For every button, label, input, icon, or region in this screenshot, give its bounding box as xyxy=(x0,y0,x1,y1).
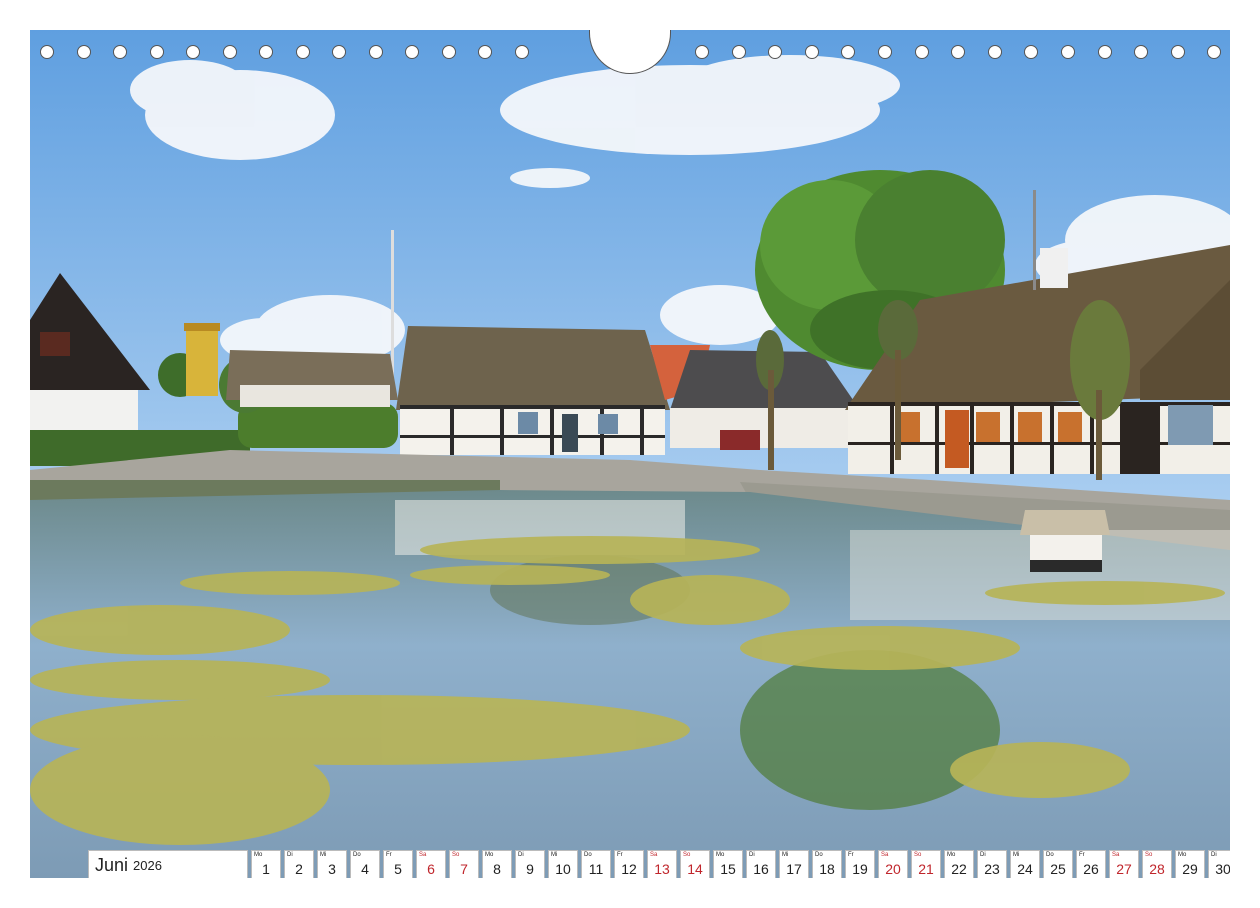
day-cell: Fr 12 xyxy=(614,850,644,878)
weekday-label: Sa xyxy=(881,852,889,858)
day-cell: Mo 29 xyxy=(1175,850,1205,878)
weekday-label: Mo xyxy=(947,852,956,858)
weekday-label: Sa xyxy=(419,852,427,858)
day-number: 3 xyxy=(328,861,336,877)
day-cell: Fr 26 xyxy=(1076,850,1106,878)
weekday-label: Di xyxy=(518,852,524,858)
month-name: Juni xyxy=(95,854,129,875)
day-number: 6 xyxy=(427,861,435,877)
day-number: 10 xyxy=(555,861,571,877)
day-cell: So 28 xyxy=(1142,850,1172,878)
day-number: 11 xyxy=(588,861,604,877)
day-cell: Sa 6 xyxy=(416,850,446,878)
day-number: 14 xyxy=(687,861,703,877)
day-number: 22 xyxy=(951,861,967,877)
day-cell: Do 4 xyxy=(350,850,380,878)
day-cell: Mo 22 xyxy=(944,850,974,878)
weekday-label: Di xyxy=(287,852,293,858)
weekday-label: So xyxy=(1145,852,1153,858)
day-number: 8 xyxy=(493,861,501,877)
day-number: 28 xyxy=(1149,861,1165,877)
weekday-label: Di xyxy=(749,852,755,858)
day-cell: So 21 xyxy=(911,850,941,878)
day-cell: Do 18 xyxy=(812,850,842,878)
day-number: 1 xyxy=(262,861,270,877)
weekday-label: So xyxy=(452,852,460,858)
day-cell: Di 16 xyxy=(746,850,776,878)
day-number: 18 xyxy=(819,861,835,877)
day-cell: Mo 15 xyxy=(713,850,743,878)
day-number: 19 xyxy=(852,861,868,877)
day-cell: Do 11 xyxy=(581,850,611,878)
day-number: 20 xyxy=(885,861,901,877)
day-number: 5 xyxy=(394,861,402,877)
day-cell: Di 9 xyxy=(515,850,545,878)
weekday-label: So xyxy=(683,852,691,858)
weekday-label: Fr xyxy=(1079,852,1085,858)
weekday-label: Do xyxy=(815,852,823,858)
year-label: 2026 xyxy=(133,857,162,873)
day-cell: Fr 5 xyxy=(383,850,413,878)
day-cell: Fr 19 xyxy=(845,850,875,878)
day-cell: Sa 13 xyxy=(647,850,677,878)
weekday-label: Mo xyxy=(254,852,263,858)
day-cell: So 7 xyxy=(449,850,479,878)
weekday-label: Mi xyxy=(320,852,327,858)
day-cell: Mo 8 xyxy=(482,850,512,878)
weekday-label: Sa xyxy=(650,852,658,858)
day-number: 16 xyxy=(753,861,769,877)
weekday-label: Do xyxy=(1046,852,1054,858)
weekday-label: Mo xyxy=(716,852,725,858)
day-cell: Sa 27 xyxy=(1109,850,1139,878)
day-number: 4 xyxy=(361,861,369,877)
weekday-label: Do xyxy=(584,852,592,858)
day-number: 15 xyxy=(720,861,736,877)
day-number: 21 xyxy=(918,861,934,877)
weekday-label: Mo xyxy=(1178,852,1187,858)
day-number: 12 xyxy=(621,861,637,877)
day-cell: Mi 24 xyxy=(1010,850,1040,878)
weekday-label: Mi xyxy=(782,852,789,858)
day-number: 29 xyxy=(1182,861,1198,877)
day-cell: Di 2 xyxy=(284,850,314,878)
day-cell: So 14 xyxy=(680,850,710,878)
day-number: 2 xyxy=(295,861,303,877)
day-number: 23 xyxy=(984,861,1000,877)
month-label: Juni 2026 xyxy=(88,850,248,878)
day-cell: Di 23 xyxy=(977,850,1007,878)
weekday-label: Di xyxy=(980,852,986,858)
day-number: 7 xyxy=(460,861,468,877)
weekday-label: Fr xyxy=(617,852,623,858)
weekday-label: Fr xyxy=(848,852,854,858)
calendar-strip: Juni 2026 Mo 1 Di 2 Mi 3 Do 4 Fr 5 Sa 6 So 7 Mo 8 Di 9 Mi 1… xyxy=(88,850,1230,878)
day-cell: Do 25 xyxy=(1043,850,1073,878)
day-cell: Di 30 xyxy=(1208,850,1230,878)
day-number: 27 xyxy=(1116,861,1132,877)
day-number: 17 xyxy=(786,861,802,877)
day-number: 26 xyxy=(1083,861,1099,877)
day-cell: Mo 1 xyxy=(251,850,281,878)
weekday-label: Di xyxy=(1211,852,1217,858)
weekday-label: Mi xyxy=(1013,852,1020,858)
day-cell: Mi 17 xyxy=(779,850,809,878)
weekday-label: Mo xyxy=(485,852,494,858)
weekday-label: Do xyxy=(353,852,361,858)
day-number: 30 xyxy=(1215,861,1230,877)
weekday-label: Mi xyxy=(551,852,558,858)
day-number: 24 xyxy=(1017,861,1033,877)
weekday-label: Fr xyxy=(386,852,392,858)
day-cell: Mi 10 xyxy=(548,850,578,878)
village-pond-photo xyxy=(30,30,1230,878)
weekday-label: So xyxy=(914,852,922,858)
weekday-label: Sa xyxy=(1112,852,1120,858)
day-number: 9 xyxy=(526,861,534,877)
day-number: 13 xyxy=(654,861,670,877)
day-cell: Mi 3 xyxy=(317,850,347,878)
day-cell: Sa 20 xyxy=(878,850,908,878)
calendar-page: Juni 2026 Mo 1 Di 2 Mi 3 Do 4 Fr 5 Sa 6 So 7 Mo 8 Di 9 Mi 1… xyxy=(30,30,1230,878)
day-number: 25 xyxy=(1050,861,1066,877)
